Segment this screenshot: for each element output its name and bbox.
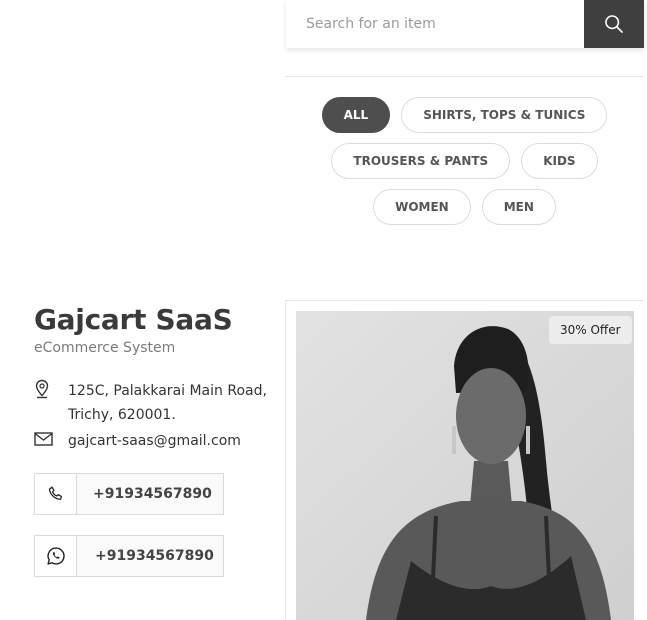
filter-shirts-tops-tunics[interactable]: SHIRTS, TOPS & TUNICS [401,97,608,133]
filter-men[interactable]: MEN [481,189,556,225]
email: gajcart-saas@gmail.com [34,429,241,453]
address: 125C, Palakkarai Main Road, Trichy, 6200… [34,379,267,427]
store-name: Gajcart SaaS [34,303,233,336]
filter-all[interactable]: ALL [321,97,391,133]
product-photo [296,311,634,620]
whatsapp-icon [35,536,77,576]
store-brand: Gajcart SaaS eCommerce System [34,303,233,356]
search-button[interactable] [584,0,644,48]
filter-kids[interactable]: KIDS [521,143,598,179]
location-pin-icon [34,379,54,399]
filter-women[interactable]: WOMEN [373,189,471,225]
phone-contact[interactable]: +91934567890 [34,473,224,515]
category-filters: ALL SHIRTS, TOPS & TUNICS TROUSERS & PAN… [285,97,644,235]
phone-icon [35,474,77,514]
phone-number: +91934567890 [93,486,212,502]
divider [285,76,644,77]
offer-badge: 30% Offer [549,316,632,344]
address-line-2: Trichy, 620001. [68,407,176,423]
search-bar [286,0,644,48]
whatsapp-number: +91934567890 [95,548,214,564]
mail-icon [34,429,54,449]
whatsapp-contact[interactable]: +91934567890 [34,535,224,577]
search-icon [605,15,623,33]
address-line-1: 125C, Palakkarai Main Road, [68,383,267,399]
search-input[interactable] [286,0,584,48]
store-tagline: eCommerce System [34,340,176,356]
product-image[interactable] [296,311,634,620]
email-link[interactable]: gajcart-saas@gmail.com [68,429,241,453]
filter-trousers-pants[interactable]: TROUSERS & PANTS [331,143,511,179]
